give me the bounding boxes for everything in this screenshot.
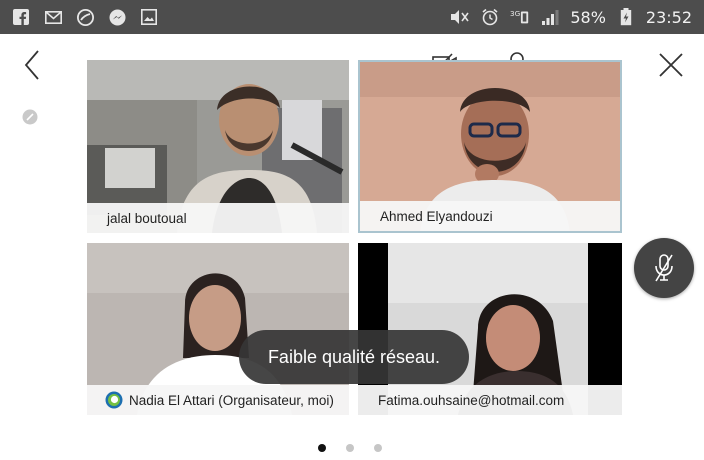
participant-name: jalal boutoual <box>107 210 187 226</box>
organizer-badge-icon <box>105 391 123 409</box>
network-icon: 3G <box>510 8 530 26</box>
page-dot[interactable] <box>346 444 354 452</box>
svg-text:3G: 3G <box>510 9 521 18</box>
video-tile-fatima[interactable]: Fatima.ouhsaine@hotmail.com <box>358 243 622 415</box>
participant-name: Nadia El Attari (Organisateur, moi) <box>129 392 334 408</box>
link-icon <box>22 109 38 125</box>
network-quality-toast: Faible qualité réseau. <box>239 330 469 384</box>
battery-icon <box>616 8 636 26</box>
close-button[interactable] <box>654 48 688 82</box>
page-dot[interactable] <box>374 444 382 452</box>
mute-icon <box>450 8 470 26</box>
clock: 23:52 <box>645 7 692 27</box>
participant-name-bar: Fatima.ouhsaine@hotmail.com <box>358 385 622 415</box>
image-icon <box>140 8 158 26</box>
back-icon <box>24 50 39 80</box>
mute-button[interactable] <box>634 238 694 298</box>
toast-message: Faible qualité réseau. <box>267 346 441 367</box>
participant-name-bar: Ahmed Elyandouzi <box>360 201 620 231</box>
system-status: 3G 58% 23:52 <box>450 8 692 27</box>
alarm-icon <box>480 8 500 26</box>
participant-name-bar: Nadia El Attari (Organisateur, moi) <box>87 385 349 415</box>
meeting-screen: 3G 58% 23:52 ··· <box>0 0 704 460</box>
mail-icon <box>44 8 62 26</box>
video-tile-nadia[interactable]: Nadia El Attari (Organisateur, moi) <box>87 243 349 415</box>
participant-name: Fatima.ouhsaine@hotmail.com <box>378 392 565 408</box>
messenger-icon <box>108 8 126 26</box>
back-button[interactable] <box>16 48 50 82</box>
facebook-icon <box>12 8 30 26</box>
mic-muted-icon <box>655 254 673 282</box>
signal-icon <box>540 8 560 26</box>
video-tile-ahmed[interactable]: Ahmed Elyandouzi <box>358 60 622 233</box>
page-dot-active[interactable] <box>318 444 326 452</box>
video-tile-jalal[interactable]: jalal boutoual <box>87 60 349 233</box>
app-icon <box>76 8 94 26</box>
page-indicator[interactable] <box>318 444 382 452</box>
participant-name-bar: jalal boutoual <box>87 203 349 233</box>
side-indicator <box>22 109 38 125</box>
notification-icons <box>12 8 158 26</box>
status-bar: 3G 58% 23:52 <box>0 0 704 34</box>
battery-percent: 58% <box>570 7 606 27</box>
close-icon <box>659 53 683 77</box>
participant-name: Ahmed Elyandouzi <box>380 208 493 224</box>
